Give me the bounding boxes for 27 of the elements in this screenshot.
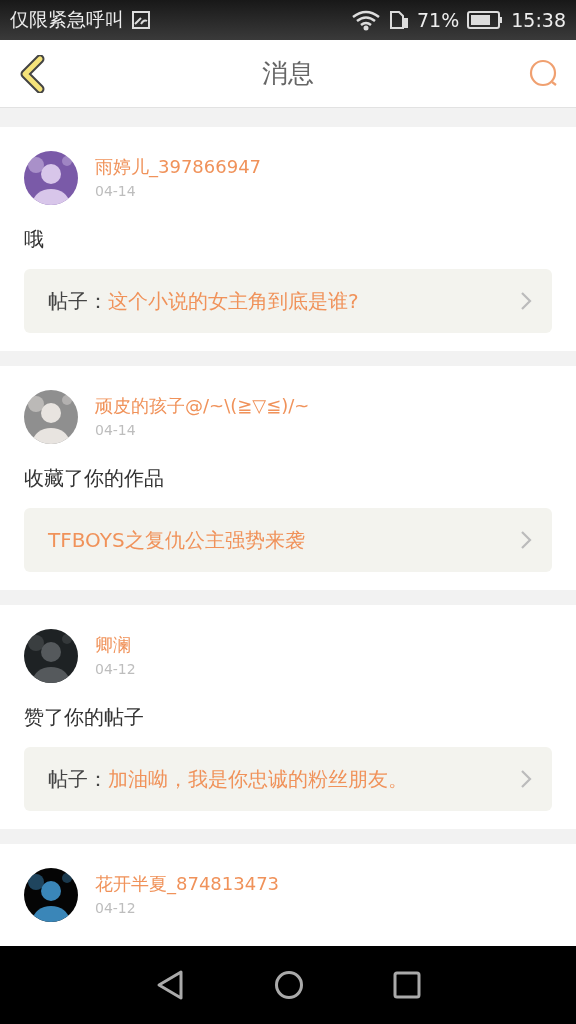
wifi-icon: [351, 9, 381, 31]
user-name[interactable]: 花开半夏_874813473: [95, 873, 280, 895]
clock: 15:38: [511, 9, 566, 31]
recents-nav-button[interactable]: [393, 971, 422, 999]
user-name[interactable]: 顽皮的孩子@/~\(≧▽≦)/~: [95, 395, 310, 417]
message-date: 04-14: [95, 421, 137, 439]
post-link[interactable]: 帖子：加油呦，我是你忠诚的粉丝朋友。: [24, 747, 552, 811]
page-title: 消息: [262, 57, 314, 90]
message-date: 04-12: [95, 660, 136, 678]
message-text: 赞了你的帖子: [24, 704, 145, 731]
home-nav-button[interactable]: [274, 970, 304, 1000]
user-name[interactable]: 雨婷儿_397866947: [95, 156, 262, 178]
battery-percent: 71%: [417, 9, 460, 31]
message-text: 收藏了你的作品: [24, 465, 165, 492]
post-link[interactable]: 帖子：这个小说的女主角到底是谁?: [24, 269, 552, 333]
message-text: 哦: [24, 226, 45, 253]
status-text: 仅限紧急呼叫: [10, 7, 124, 32]
sim-card-icon: [389, 10, 409, 30]
image-icon: [132, 11, 150, 29]
message-date: 04-14: [95, 182, 137, 200]
chevron-right-icon: [520, 530, 532, 550]
work-link[interactable]: TFBOYS之复仇公主强势来袭: [24, 508, 552, 572]
message-date: 04-12: [95, 899, 137, 917]
battery-icon: [467, 11, 504, 29]
chevron-right-icon: [520, 291, 532, 311]
user-name[interactable]: 卿澜: [95, 634, 136, 656]
chevron-right-icon: [520, 769, 532, 789]
